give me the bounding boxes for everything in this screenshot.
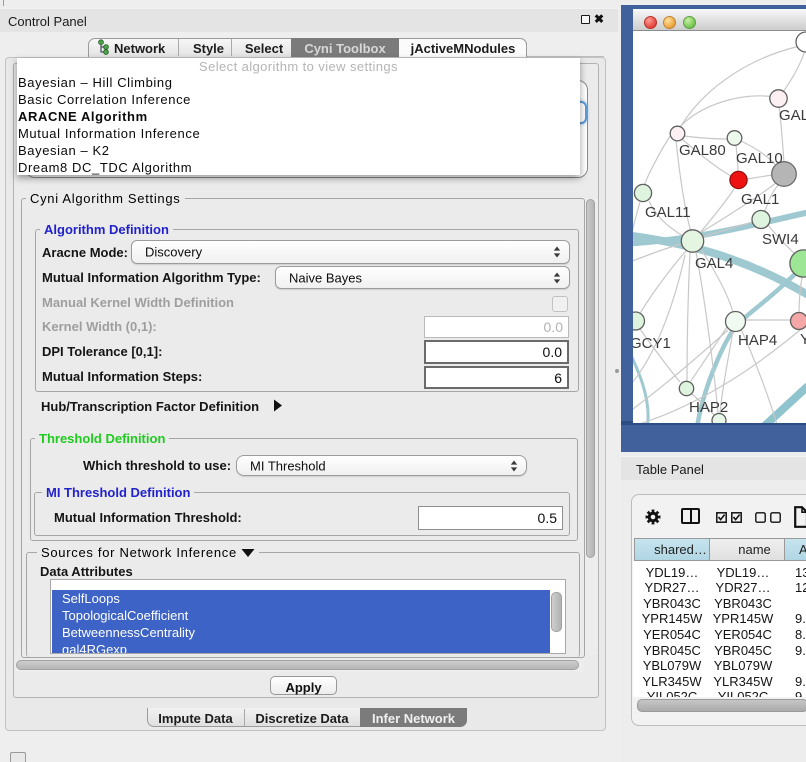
- svg-text:SWI4: SWI4: [762, 231, 799, 248]
- svg-text:GAL7: GAL7: [779, 107, 806, 124]
- svg-text:GAL11: GAL11: [645, 204, 691, 221]
- svg-text:GAL1: GAL1: [741, 191, 779, 208]
- svg-text:HAP2: HAP2: [689, 399, 728, 416]
- svg-text:GCY1: GCY1: [633, 335, 671, 352]
- svg-text:HAP4: HAP4: [738, 332, 777, 349]
- svg-text:GAL4: GAL4: [695, 255, 733, 272]
- svg-text:YKL0: YKL0: [800, 331, 806, 348]
- svg-text:GAL10: GAL10: [736, 150, 783, 167]
- svg-text:GAL80: GAL80: [679, 142, 726, 159]
